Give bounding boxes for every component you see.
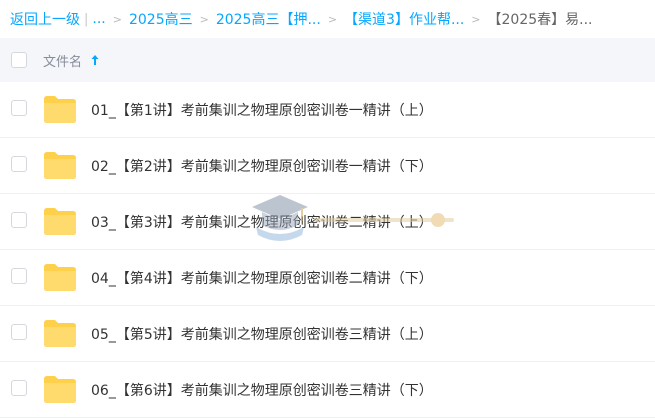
row-checkbox[interactable] [11,268,27,284]
folder-icon [44,376,76,403]
row-checkbox[interactable] [11,156,27,172]
file-row[interactable]: 04_【第4讲】考前集训之物理原创密训卷二精讲（下） [0,250,655,306]
breadcrumb-item[interactable]: 2025高三【押... [216,9,321,29]
chevron-right-icon: > [471,12,481,26]
breadcrumb-ellipsis[interactable]: ... [92,11,105,27]
select-all-checkbox[interactable] [11,52,27,68]
breadcrumb-divider: | [84,11,89,27]
row-checkbox[interactable] [11,380,27,396]
breadcrumb: 返回上一级 | ... > 2025高三 > 2025高三【押... > 【渠道… [0,0,655,38]
folder-icon [44,152,76,179]
file-list-header: 文件名 [0,38,655,82]
folder-icon [44,96,76,123]
row-checkbox[interactable] [11,324,27,340]
chevron-right-icon: > [199,12,209,26]
file-row[interactable]: 03_【第3讲】考前集训之物理原创密训卷二精讲（上） [0,194,655,250]
file-row[interactable]: 02_【第2讲】考前集训之物理原创密训卷一精讲（下） [0,138,655,194]
file-row[interactable]: 01_【第1讲】考前集训之物理原创密训卷一精讲（上） [0,82,655,138]
file-list: 01_【第1讲】考前集训之物理原创密训卷一精讲（上） 02_【第2讲】考前集训之… [0,82,655,418]
breadcrumb-current: 【2025春】易... [487,12,593,28]
column-header-filename[interactable]: 文件名 [43,51,100,70]
folder-icon [44,320,76,347]
file-name[interactable]: 01_【第1讲】考前集训之物理原创密训卷一精讲（上） [91,100,433,120]
breadcrumb-item[interactable]: 2025高三 [129,9,193,29]
folder-icon [44,208,76,235]
chevron-right-icon: > [327,12,338,26]
back-link[interactable]: 返回上一级 [10,9,80,29]
file-name[interactable]: 04_【第4讲】考前集训之物理原创密训卷二精讲（下） [91,268,433,288]
file-name[interactable]: 02_【第2讲】考前集训之物理原创密训卷一精讲（下） [91,156,433,176]
file-name[interactable]: 03_【第3讲】考前集训之物理原创密训卷二精讲（上） [91,212,433,232]
file-name[interactable]: 05_【第5讲】考前集训之物理原创密训卷三精讲（上） [91,324,433,344]
row-checkbox[interactable] [11,100,27,116]
chevron-right-icon: > [112,12,122,26]
file-row[interactable]: 05_【第5讲】考前集训之物理原创密训卷三精讲（上） [0,306,655,362]
file-name[interactable]: 06_【第6讲】考前集训之物理原创密训卷三精讲（下） [91,380,433,400]
file-row[interactable]: 06_【第6讲】考前集训之物理原创密训卷三精讲（下） [0,362,655,418]
sort-ascending-icon[interactable] [90,54,100,66]
row-checkbox[interactable] [11,212,27,228]
folder-icon [44,264,76,291]
column-header-label: 文件名 [43,54,83,70]
breadcrumb-item[interactable]: 【渠道3】作业帮... [344,9,464,29]
